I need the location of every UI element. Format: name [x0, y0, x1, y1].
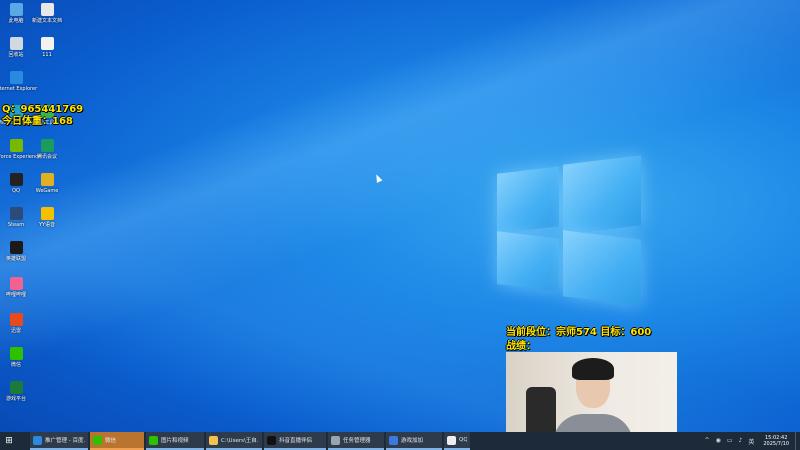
taskbar-app-icon — [267, 435, 276, 445]
taskbar-app-button[interactable]: 任务管理器 — [328, 432, 384, 450]
desktop-icon[interactable]: 新建文本文档 — [32, 3, 62, 24]
taskbar-app-button[interactable]: C:\Users\王自... — [206, 432, 262, 450]
desktop-icon[interactable]: 腾讯会议 — [32, 139, 62, 160]
tray-icon[interactable]: ^ — [705, 437, 710, 446]
desktop-icon[interactable]: 微信 — [1, 347, 31, 368]
desktop-icon-label: QQ — [12, 188, 20, 194]
desktop-icon[interactable]: 英雄联盟 — [1, 241, 31, 262]
desktop-icon[interactable]: 哔哩哔哩 — [1, 277, 31, 298]
desktop-icon[interactable]: QQ — [1, 173, 31, 194]
light-beam-lower — [0, 0, 800, 450]
desktop-icon[interactable]: YY语音 — [32, 207, 62, 228]
taskbar-app-button[interactable]: 推广管理 - 百度... — [30, 432, 88, 450]
taskbar-app-icon — [33, 435, 42, 445]
show-desktop-button[interactable] — [795, 432, 800, 450]
desktop-icon-label: 微信 — [10, 362, 21, 368]
tray-icon[interactable]: ◉ — [716, 437, 721, 446]
taskbar-app-icon — [389, 435, 398, 445]
desktop-icon-label: 新建文本文档 — [32, 18, 63, 24]
taskbar: ⊞ 推广管理 - 百度... 微信 图片和视频 C:\Users\王自... 抖音直播伴… — [0, 432, 800, 450]
app-icon — [9, 381, 23, 394]
taskbar-app-icon — [93, 435, 102, 445]
desktop-icon[interactable]: Internet Explorer — [0, 71, 37, 92]
desktop-icon-label: 迅雷 — [10, 328, 21, 334]
system-tray: ^ ◉ ▭ ♪ 英 15:02:42 2025/7/10 — [702, 432, 800, 450]
app-icon — [9, 3, 23, 16]
desktop-icon-label: 腾讯会议 — [36, 154, 57, 160]
app-icon — [9, 347, 23, 360]
mouse-cursor-icon — [373, 173, 383, 183]
desktop-icon[interactable]: Steam — [1, 207, 31, 228]
taskbar-app-label: 任务管理器 — [343, 438, 371, 444]
taskbar-app-icon — [149, 435, 158, 445]
taskbar-app-icon — [209, 435, 218, 445]
desktop-icon[interactable]: 游戏平台 — [1, 381, 31, 402]
app-icon — [40, 139, 54, 152]
taskbar-app-label: 游戏加加 — [401, 438, 424, 444]
weight-overlay-text: 今日体重：168 — [2, 116, 73, 127]
taskbar-app-button[interactable]: 游戏加加 — [386, 432, 442, 450]
app-icon — [9, 277, 23, 290]
desktop-icon-label: WeGame — [35, 188, 59, 194]
tray-icons: ^ ◉ ▭ ♪ 英 — [702, 437, 758, 446]
windows-start-icon: ⊞ — [5, 436, 13, 446]
taskbar-app-button[interactable]: QQ — [444, 432, 470, 450]
taskbar-clock[interactable]: 15:02:42 2025/7/10 — [763, 435, 789, 447]
app-icon — [9, 37, 23, 50]
taskbar-app-icon — [331, 435, 340, 445]
desktop-icon-label: 此电脑 — [8, 18, 24, 24]
logo-pane — [563, 230, 641, 306]
windows-logo — [497, 155, 643, 308]
desktop-icon-label: Steam — [7, 222, 25, 228]
taskbar-app-button[interactable]: 微信 — [90, 432, 144, 450]
app-icon — [9, 241, 23, 254]
app-icon — [9, 313, 23, 326]
taskbar-app-label: QQ — [459, 437, 467, 443]
taskbar-app-label: 推广管理 - 百度... — [45, 438, 85, 444]
desktop-icon[interactable]: WeGame — [32, 173, 62, 194]
taskbar-app-button[interactable]: 图片和视频 — [146, 432, 204, 450]
app-icon — [9, 71, 23, 84]
desktop-icon[interactable]: 回收站 — [1, 37, 31, 58]
tray-icon[interactable]: ▭ — [727, 437, 733, 446]
logo-pane — [497, 231, 559, 292]
logo-pane — [563, 155, 641, 235]
desktop-icon-label: 回收站 — [8, 52, 24, 58]
app-icon — [40, 173, 54, 186]
webcam-person-hair — [572, 358, 614, 380]
taskbar-app-label: 图片和视频 — [161, 438, 189, 444]
app-icon — [40, 3, 54, 16]
desktop-icon-label: 游戏平台 — [5, 396, 26, 402]
desktop-icon-label: 哔哩哔哩 — [5, 292, 26, 298]
tray-icon[interactable]: 英 — [748, 437, 754, 446]
taskbar-app-label: 微信 — [105, 438, 117, 444]
desktop-icon[interactable]: GeForce Experience — [0, 139, 41, 160]
desktop-icon-label: YY语音 — [38, 222, 56, 228]
taskbar-app-label: C:\Users\王自... — [221, 438, 259, 444]
desktop-icon-label: 英雄联盟 — [5, 256, 26, 262]
desktop-icon[interactable]: 迅雷 — [1, 313, 31, 334]
taskbar-app-label: 抖音直播伴侣 — [279, 438, 313, 444]
clock-date: 2025/7/10 — [763, 441, 789, 447]
app-icon — [9, 207, 23, 220]
desktop-icon-label: 111 — [42, 52, 52, 58]
taskbar-apps: 推广管理 - 百度... 微信 图片和视频 C:\Users\王自... 抖音直播伴侣 任… — [30, 432, 472, 450]
taskbar-app-icon — [447, 435, 456, 445]
desktop-icon-label: Internet Explorer — [0, 86, 38, 92]
start-button[interactable]: ⊞ — [0, 432, 18, 450]
app-icon — [9, 173, 23, 186]
desktop-icon[interactable]: 111 — [32, 37, 62, 58]
logo-pane — [497, 166, 559, 234]
tray-icon[interactable]: ♪ — [739, 437, 743, 446]
light-beam — [0, 0, 800, 450]
taskbar-app-button[interactable]: 抖音直播伴侣 — [264, 432, 326, 450]
app-icon — [9, 139, 23, 152]
rank-overlay-text: 当前段位：宗师574 目标：600 — [506, 327, 652, 338]
desktop-icon[interactable]: 此电脑 — [1, 3, 31, 24]
app-icon — [40, 37, 54, 50]
record-overlay-text: 战绩： — [506, 341, 536, 352]
app-icon — [40, 207, 54, 220]
